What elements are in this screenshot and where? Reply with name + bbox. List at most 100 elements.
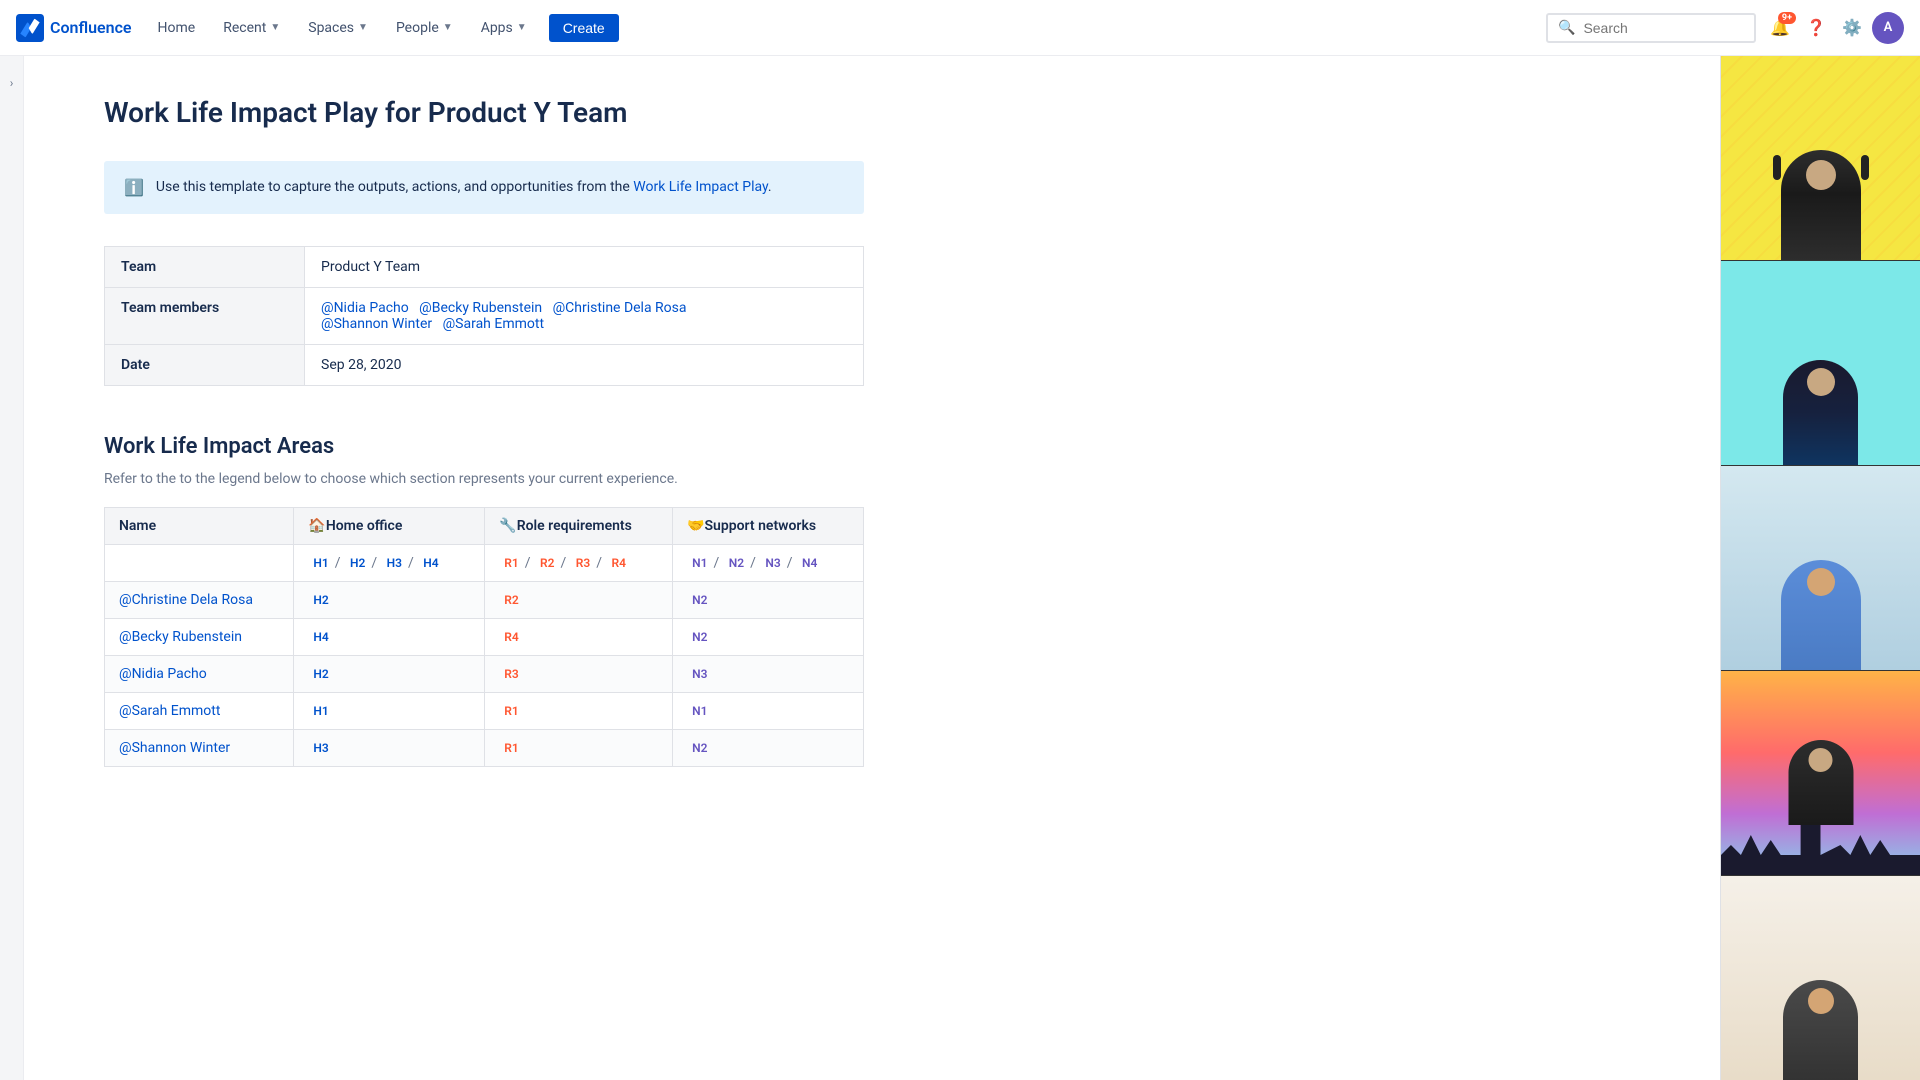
video-tile-4	[1721, 671, 1920, 876]
row-support: N3	[673, 656, 864, 693]
top-navigation: Confluence Home Recent ▼ Spaces ▼ People…	[0, 0, 1920, 56]
confluence-logo[interactable]: Confluence	[16, 14, 132, 42]
nav-recent[interactable]: Recent ▼	[213, 14, 290, 42]
row-name: @Becky Rubenstein	[105, 619, 294, 656]
info-icon: ℹ️	[124, 178, 144, 197]
impact-header-row: Name 🏠Home office 🔧Role requirements 🤝Su…	[105, 508, 864, 545]
row-role-tag: R1	[499, 703, 523, 719]
search-input[interactable]	[1583, 20, 1744, 36]
row-support-tag: N2	[687, 629, 712, 645]
row-role: R3	[485, 656, 673, 693]
user-avatar[interactable]: A	[1872, 12, 1904, 44]
tags-home-office: H1/ H2/ H3/ H4	[294, 545, 485, 582]
metadata-table: Team Product Y Team Team members @Nidia …	[104, 246, 864, 386]
row-name: @Sarah Emmott	[105, 693, 294, 730]
row-role: R1	[485, 730, 673, 767]
create-button[interactable]: Create	[549, 14, 619, 42]
video-tile-3	[1721, 466, 1920, 671]
tag-n2: N2	[724, 555, 749, 571]
row-home-office: H1	[294, 693, 485, 730]
tag-h4: H4	[418, 555, 443, 571]
sidebar-toggle[interactable]: ›	[0, 56, 24, 1080]
row-person-link[interactable]: @Nidia Pacho	[119, 666, 207, 682]
info-text: Use this template to capture the outputs…	[156, 177, 772, 198]
tag-n3: N3	[760, 555, 785, 571]
tags-name-empty	[105, 545, 294, 582]
tag-h1: H1	[308, 555, 333, 571]
row-person-link[interactable]: @Sarah Emmott	[119, 703, 220, 719]
apps-chevron: ▼	[517, 22, 527, 33]
row-support-tag: N3	[687, 666, 712, 682]
row-role-tag: R4	[499, 629, 523, 645]
row-home-office: H3	[294, 730, 485, 767]
notifications-badge: 9+	[1778, 12, 1796, 24]
member-link-christine[interactable]: @Christine Dela Rosa	[553, 300, 687, 316]
team-label: Team	[105, 247, 305, 288]
info-text-before: Use this template to capture the outputs…	[156, 179, 633, 195]
info-link[interactable]: Work Life Impact Play	[633, 179, 768, 195]
video-tile-1	[1721, 56, 1920, 261]
info-text-after: .	[768, 179, 772, 195]
table-row: @Nidia Pacho H2 R3 N3	[105, 656, 864, 693]
settings-button[interactable]: ⚙️	[1836, 12, 1868, 44]
nav-home[interactable]: Home	[148, 14, 206, 42]
row-support: N2	[673, 619, 864, 656]
notifications-button[interactable]: 🔔 9+	[1764, 12, 1796, 44]
row-support: N2	[673, 730, 864, 767]
gear-icon: ⚙️	[1842, 18, 1862, 37]
row-support-tag: N2	[687, 740, 712, 756]
section-desc: Refer to the to the legend below to choo…	[104, 471, 1640, 487]
member-link-nidia[interactable]: @Nidia Pacho	[321, 300, 409, 316]
row-support: N1	[673, 693, 864, 730]
row-person-link[interactable]: @Becky Rubenstein	[119, 629, 242, 645]
row-person-link[interactable]: @Christine Dela Rosa	[119, 592, 253, 608]
col-name: Name	[105, 508, 294, 545]
row-support: N2	[673, 582, 864, 619]
member-link-becky[interactable]: @Becky Rubenstein	[419, 300, 542, 316]
table-row: @Becky Rubenstein H4 R4 N2	[105, 619, 864, 656]
row-support-tag: N1	[687, 703, 712, 719]
members-value: @Nidia Pacho @Becky Rubenstein @Christin…	[305, 288, 864, 345]
chevron-right-icon: ›	[10, 76, 14, 90]
tag-r4: R4	[607, 555, 631, 571]
row-person-link[interactable]: @Shannon Winter	[119, 740, 230, 756]
search-box[interactable]: 🔍	[1546, 13, 1756, 43]
tag-h3: H3	[382, 555, 407, 571]
col-home-office: 🏠Home office	[294, 508, 485, 545]
tag-r2: R2	[535, 555, 559, 571]
video-tile-2	[1721, 261, 1920, 466]
row-role-tag: R1	[499, 740, 523, 756]
table-row: @Christine Dela Rosa H2 R2 N2	[105, 582, 864, 619]
date-value: Sep 28, 2020	[305, 345, 864, 386]
row-home-tag: H1	[308, 703, 333, 719]
row-name: @Christine Dela Rosa	[105, 582, 294, 619]
tag-r3: R3	[571, 555, 595, 571]
page-content: Work Life Impact Play for Product Y Team…	[24, 56, 1720, 1080]
members-label: Team members	[105, 288, 305, 345]
nav-icon-group: 🔔 9+ ❓ ⚙️ A	[1764, 12, 1904, 44]
row-home-tag: H3	[308, 740, 333, 756]
nav-people[interactable]: People ▼	[386, 14, 463, 42]
row-name: @Shannon Winter	[105, 730, 294, 767]
confluence-text: Confluence	[50, 18, 132, 37]
col-role: 🔧Role requirements	[485, 508, 673, 545]
tag-h2: H2	[345, 555, 370, 571]
help-button[interactable]: ❓	[1800, 12, 1832, 44]
nav-apps[interactable]: Apps ▼	[471, 14, 537, 42]
confluence-logo-icon	[16, 14, 44, 42]
main-layout: › Work Life Impact Play for Product Y Te…	[0, 56, 1920, 1080]
recent-chevron: ▼	[270, 22, 280, 33]
member-link-shannon[interactable]: @Shannon Winter	[321, 316, 432, 332]
tags-role-requirements: R1/ R2/ R3/ R4	[485, 545, 673, 582]
member-link-sarah[interactable]: @Sarah Emmott	[443, 316, 544, 332]
section-title: Work Life Impact Areas	[104, 434, 1640, 459]
nav-spaces[interactable]: Spaces ▼	[298, 14, 378, 42]
row-role-tag: R3	[499, 666, 523, 682]
row-home-office: H4	[294, 619, 485, 656]
video-tile-5	[1721, 876, 1920, 1080]
tags-header-row: H1/ H2/ H3/ H4 R1/ R2/ R3/ R4 N1/ N2/	[105, 545, 864, 582]
date-label: Date	[105, 345, 305, 386]
info-box: ℹ️ Use this template to capture the outp…	[104, 161, 864, 214]
tags-support-networks: N1/ N2/ N3/ N4	[673, 545, 864, 582]
row-home-tag: H2	[308, 592, 333, 608]
